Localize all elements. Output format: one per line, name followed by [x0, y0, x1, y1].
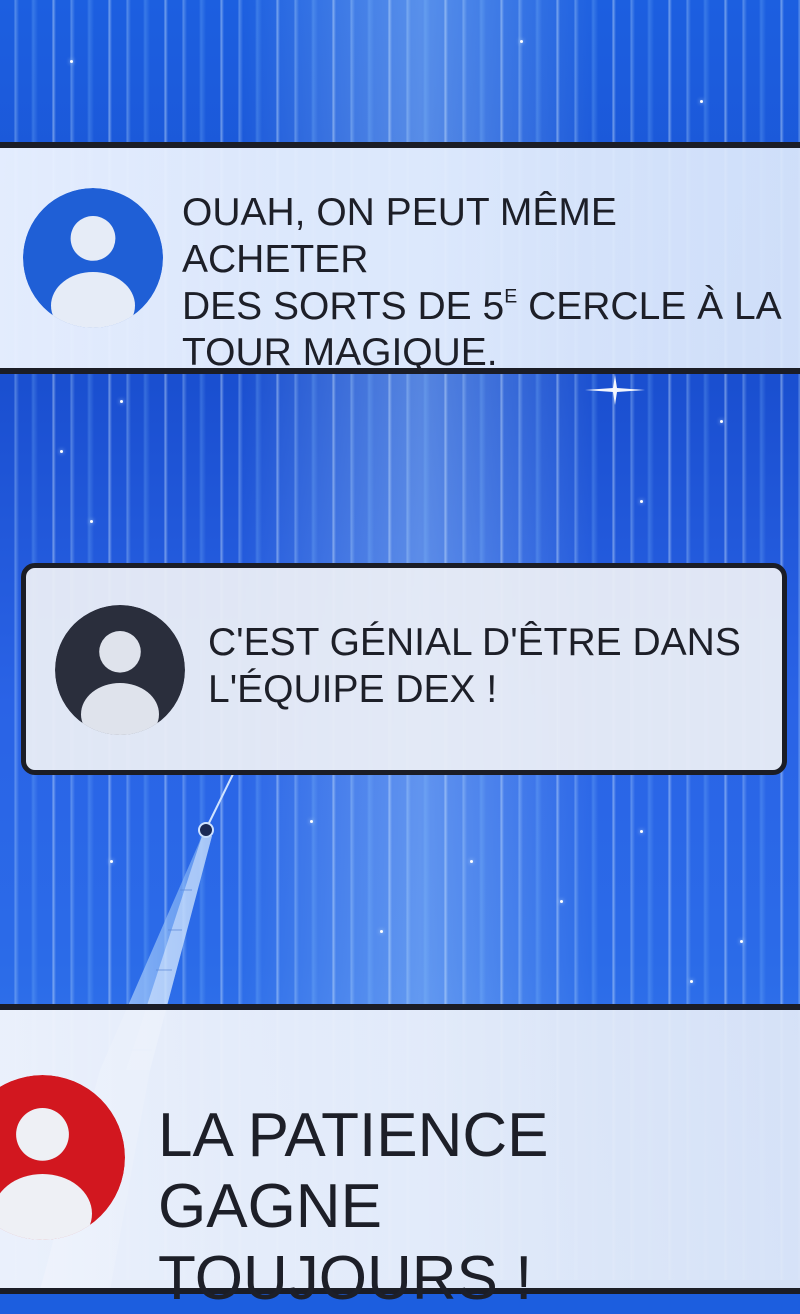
message-line: DES SORTS DE 5E CERCLE À LA	[182, 284, 792, 331]
message-text: CERCLE À LA	[517, 284, 782, 328]
user-avatar-dark-icon	[55, 605, 185, 735]
message-line: TOUJOURS !	[158, 1243, 533, 1313]
message-line: L'ÉQUIPE DEX !	[208, 667, 498, 711]
chat-message-1: OUAH, ON PEUT MÊME ACHETER DES SORTS DE …	[182, 190, 792, 377]
message-text: DES SORTS DE 5	[182, 284, 505, 328]
chat-message-3: LA PATIENCE GAGNE TOUJOURS !	[158, 1100, 788, 1314]
chat-message-2: C'EST GÉNIAL D'ÊTRE DANS L'ÉQUIPE DEX !	[208, 620, 768, 714]
message-line: OUAH, ON PEUT MÊME ACHETER	[182, 191, 617, 281]
user-avatar-blue-icon	[23, 188, 163, 328]
message-line: C'EST GÉNIAL D'ÊTRE DANS	[208, 621, 741, 664]
message-line: LA PATIENCE GAGNE	[158, 1101, 549, 1242]
message-line: TOUR MAGIQUE.	[182, 331, 498, 375]
sparkle-icon	[585, 375, 645, 405]
superscript: E	[504, 285, 518, 308]
